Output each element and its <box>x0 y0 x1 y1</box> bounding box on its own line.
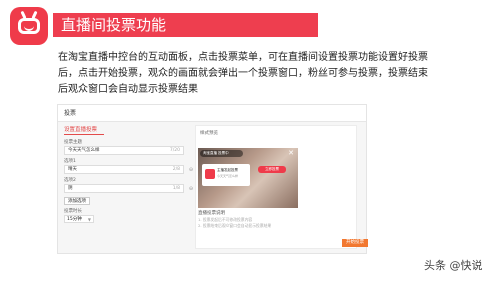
option2-count: 1/8 <box>172 186 180 191</box>
duration-select[interactable]: 15分钟 ▼ <box>64 215 94 223</box>
delete-option2-icon[interactable]: ⊖ <box>187 185 195 193</box>
option1-count: 2/8 <box>172 167 180 172</box>
popup-subtitle: 今天天气怎么样 <box>217 174 239 178</box>
vote-icon <box>205 169 215 179</box>
topic-value: 今天天气怎么样 <box>68 148 100 153</box>
option2-input[interactable]: 阴 1/8 <box>64 184 184 193</box>
panel-header: 投票 <box>58 105 366 122</box>
app-logo <box>10 7 48 45</box>
option2-value: 阴 <box>68 186 73 191</box>
vote-popup: 主播发起投票 今天天气怎么样 <box>202 164 250 186</box>
tips-heading: 直播投票说明 <box>198 211 225 216</box>
add-option-button[interactable]: 添加选项 <box>64 197 90 205</box>
duration-value: 15分钟 <box>67 217 82 222</box>
stream-preview-image: 淘宝直播 投票中 ✕ 主播发起投票 今天天气怎么样 立即投票 <box>198 148 298 208</box>
topic-count: 7/20 <box>169 148 180 153</box>
vote-now-button[interactable]: 立即投票 <box>258 166 286 173</box>
option1-input[interactable]: 晴天 2/8 <box>64 165 184 174</box>
slide-title: 直播间投票功能 <box>53 13 318 37</box>
tab-underline <box>64 134 104 135</box>
close-icon[interactable]: ✕ <box>288 150 294 157</box>
option1-value: 晴天 <box>68 167 77 172</box>
slide-description: 在淘宝直播中控台的互动面板，点击投票菜单，可在直播间设置投票功能设置好投票后，点… <box>58 52 428 95</box>
vote-panel: 投票 设置直播投票 投票主题 今天天气怎么样 7/20 选项1 晴天 2/8 ⊖… <box>57 104 368 254</box>
start-vote-button[interactable]: 开始投票 <box>342 239 368 247</box>
style-preview: 样式预览 淘宝直播 投票中 ✕ 主播发起投票 今天天气怎么样 立即投票 直播投票… <box>195 125 357 249</box>
delete-option1-icon[interactable]: ⊖ <box>187 166 195 174</box>
preview-label: 样式预览 <box>200 131 218 136</box>
chevron-down-icon: ▼ <box>87 217 91 222</box>
topic-input[interactable]: 今天天气怎么样 7/20 <box>64 146 184 155</box>
popup-title: 主播发起投票 <box>217 168 238 172</box>
tab-vote-settings[interactable]: 设置直播投票 <box>64 125 97 133</box>
stream-header: 淘宝直播 投票中 <box>200 150 243 157</box>
tips-item: 2. 投票结束后观众窗口会自动显示投票结果 <box>198 223 272 228</box>
watermark: 头条 @快说 <box>424 259 483 272</box>
vote-tips: 直播投票说明 1. 投票发起后不可修改投票内容 2. 投票结束后观众窗口会自动显… <box>198 210 348 229</box>
